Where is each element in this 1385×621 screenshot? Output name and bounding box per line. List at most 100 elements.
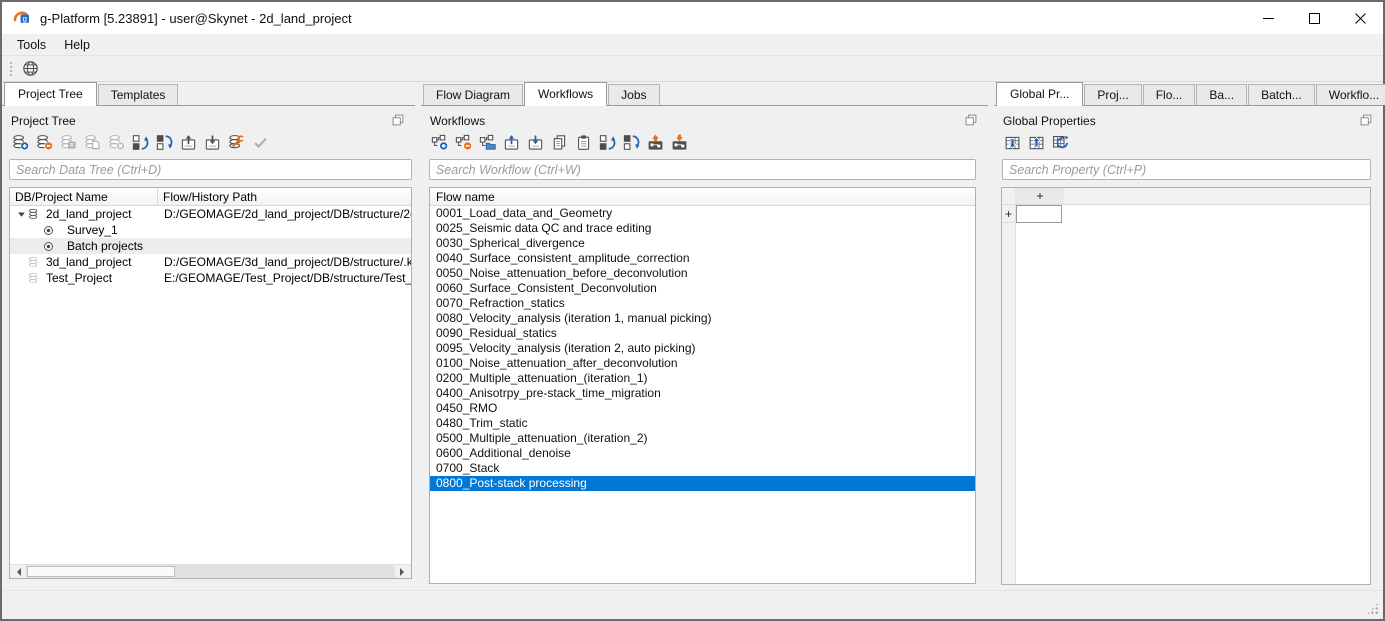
tab-batch[interactable]: Batch... [1248, 84, 1315, 105]
paste-workflow-icon[interactable] [573, 133, 593, 153]
workflow-item-0100-noise-attenuation-after-deconvolution[interactable]: 0100_Noise_attenuation_after_deconvoluti… [430, 356, 975, 371]
tab-templates[interactable]: Templates [97, 84, 179, 105]
workflow-item-0040-surface-consistent-amplitude-correction[interactable]: 0040_Surface_consistent_amplitude_correc… [430, 251, 975, 266]
workflow-item-0500-multiple-attenuation-iteration-2[interactable]: 0500_Multiple_attenuation_(iteration_2) [430, 431, 975, 446]
tree-row-test-project[interactable]: Test_Project E:/GEOMAGE/Test_Project/DB/s… [10, 270, 411, 286]
tree-item-path: D:/GEOMAGE/2d_land_project/DB/structure/… [164, 207, 411, 221]
reload-properties-icon[interactable] [1050, 133, 1070, 153]
resize-grip[interactable] [1366, 602, 1379, 615]
project-tree-panel: Project TreeTemplates Project Tree DB/Pr… [2, 82, 415, 590]
scrollbar-thumb[interactable] [27, 566, 175, 577]
window-controls [1245, 2, 1383, 34]
float-panel-icon[interactable] [1359, 113, 1374, 128]
horizontal-scrollbar[interactable] [10, 564, 411, 578]
column-header-flow-history-path[interactable]: Flow/History Path [158, 188, 411, 205]
tree-column-headers: DB/Project Name Flow/History Path [10, 188, 411, 206]
reload-database-icon[interactable] [130, 133, 150, 153]
workflow-item-0480-trim-static[interactable]: 0480_Trim_static [430, 416, 975, 431]
tree-row-batch-projects[interactable]: Batch projects [10, 238, 411, 254]
expander-icon[interactable] [14, 210, 28, 219]
tab-jobs[interactable]: Jobs [608, 84, 660, 105]
import-properties-icon[interactable] [1002, 133, 1022, 153]
scroll-left-arrow[interactable] [10, 565, 26, 578]
column-header-db-project-name[interactable]: DB/Project Name [10, 188, 158, 205]
copy-workflow-icon[interactable] [549, 133, 569, 153]
tree-row-2d-land-project[interactable]: 2d_land_project D:/GEOMAGE/2d_land_projec… [10, 206, 411, 222]
import-workflow-icon[interactable] [501, 133, 521, 153]
workflow-list: Flow name 0001_Load_data_and_Geometry 002… [429, 187, 976, 584]
close-database-icon[interactable] [106, 133, 126, 153]
tree-row-3d-land-project[interactable]: 3d_land_project D:/GEOMAGE/3d_land_projec… [10, 254, 411, 270]
download-workflow-icon[interactable] [669, 133, 689, 153]
toolbar-drag-handle[interactable] [9, 60, 14, 77]
workflow-item-0700-stack[interactable]: 0700_Stack [430, 461, 975, 476]
import-database-icon[interactable] [178, 133, 198, 153]
tab-workflows[interactable]: Workflows [524, 82, 608, 106]
workflow-item-0090-residual-statics[interactable]: 0090_Residual_statics [430, 326, 975, 341]
add-row-header[interactable]: + [1002, 205, 1015, 223]
tab-project-tree[interactable]: Project Tree [4, 82, 97, 106]
sync-workflow-icon[interactable] [621, 133, 641, 153]
minimize-button[interactable] [1245, 2, 1291, 34]
search-data-tree-input[interactable] [9, 159, 412, 180]
export-workflow-icon[interactable] [525, 133, 545, 153]
search-property-input[interactable] [1002, 159, 1371, 180]
workflow-item-0080-velocity-analysis-iteration-1-manual-picking[interactable]: 0080_Velocity_analysis (iteration 1, man… [430, 311, 975, 326]
open-workflow-icon[interactable] [477, 133, 497, 153]
duplicate-database-icon[interactable] [82, 133, 102, 153]
export-database-icon[interactable] [202, 133, 222, 153]
scrollbar-track[interactable] [26, 565, 395, 578]
search-workflow-input[interactable] [429, 159, 976, 180]
close-button[interactable] [1337, 2, 1383, 34]
tree-item-path: E:/GEOMAGE/Test_Project/DB/structure/Tes… [164, 271, 411, 285]
add-database-icon[interactable] [10, 133, 30, 153]
validate-icon[interactable] [250, 133, 270, 153]
workflow-item-0400-anisotrpy-pre-stack-time-migration[interactable]: 0400_Anisotrpy_pre-stack_time_migration [430, 386, 975, 401]
workflow-item-0800-post-stack-processing[interactable]: 0800_Post-stack processing [430, 476, 975, 491]
tab-ba[interactable]: Ba... [1196, 84, 1248, 105]
menu-bar: Tools Help [2, 34, 1383, 55]
column-header-flow-name[interactable]: Flow name [430, 188, 975, 206]
remove-database-icon[interactable] [34, 133, 54, 153]
workflow-item-0030-spherical-divergence[interactable]: 0030_Spherical_divergence [430, 236, 975, 251]
add-workflow-icon[interactable] [429, 133, 449, 153]
export-properties-icon[interactable] [1026, 133, 1046, 153]
left-tab-bar: Project Tree Templates [2, 82, 415, 106]
main-toolbar [2, 55, 1383, 82]
tree-item-label: 3d_land_project [46, 255, 132, 269]
database-gray-icon [28, 272, 41, 285]
tree-row-survey-1[interactable]: Survey_1 [10, 222, 411, 238]
tab-workflo[interactable]: Workflo... [1315, 84, 1385, 105]
tab-proj[interactable]: Proj... [1084, 84, 1142, 105]
sync-database-icon[interactable] [154, 133, 174, 153]
repair-database-icon[interactable] [226, 133, 246, 153]
save-database-icon[interactable] [58, 133, 78, 153]
tree-rows: 2d_land_project D:/GEOMAGE/2d_land_projec… [10, 206, 411, 564]
property-cell[interactable] [1016, 205, 1062, 223]
workflow-item-0450-rmo[interactable]: 0450_RMO [430, 401, 975, 416]
upload-workflow-icon[interactable] [645, 133, 665, 153]
workflow-item-0060-surface-consistent-deconvolution[interactable]: 0060_Surface_Consistent_Deconvolution [430, 281, 975, 296]
center-dock-titlebar: Workflows [421, 106, 988, 130]
workflow-item-0025-seismic-data-qc-and-trace-editing[interactable]: 0025_Seismic data QC and trace editing [430, 221, 975, 236]
menu-help[interactable]: Help [55, 36, 99, 54]
workflow-item-0050-noise-attenuation-before-deconvolution[interactable]: 0050_Noise_attenuation_before_deconvolut… [430, 266, 975, 281]
remove-workflow-icon[interactable] [453, 133, 473, 153]
reload-workflow-icon[interactable] [597, 133, 617, 153]
workflow-item-0095-velocity-analysis-iteration-2-auto-picking[interactable]: 0095_Velocity_analysis (iteration 2, aut… [430, 341, 975, 356]
float-panel-icon[interactable] [391, 113, 406, 128]
workflow-item-0200-multiple-attenuation-iteration-1[interactable]: 0200_Multiple_attenuation_(iteration_1) [430, 371, 975, 386]
maximize-button[interactable] [1291, 2, 1337, 34]
workflow-item-0070-refraction-statics[interactable]: 0070_Refraction_statics [430, 296, 975, 311]
scroll-right-arrow[interactable] [395, 565, 411, 578]
tab-flow-diagram[interactable]: Flow Diagram [423, 84, 524, 105]
menu-tools[interactable]: Tools [8, 36, 55, 54]
workflow-item-0600-additional-denoise[interactable]: 0600_Additional_denoise [430, 446, 975, 461]
tab-global-pr[interactable]: Global Pr... [996, 82, 1084, 106]
tab-flo[interactable]: Flo... [1142, 84, 1196, 105]
add-column-header[interactable]: + [1016, 188, 1064, 204]
float-panel-icon[interactable] [964, 113, 979, 128]
main-toolbar-icons [20, 59, 40, 79]
globe-icon[interactable] [20, 59, 40, 79]
workflow-item-0001-load-data-and-geometry[interactable]: 0001_Load_data_and_Geometry [430, 206, 975, 221]
